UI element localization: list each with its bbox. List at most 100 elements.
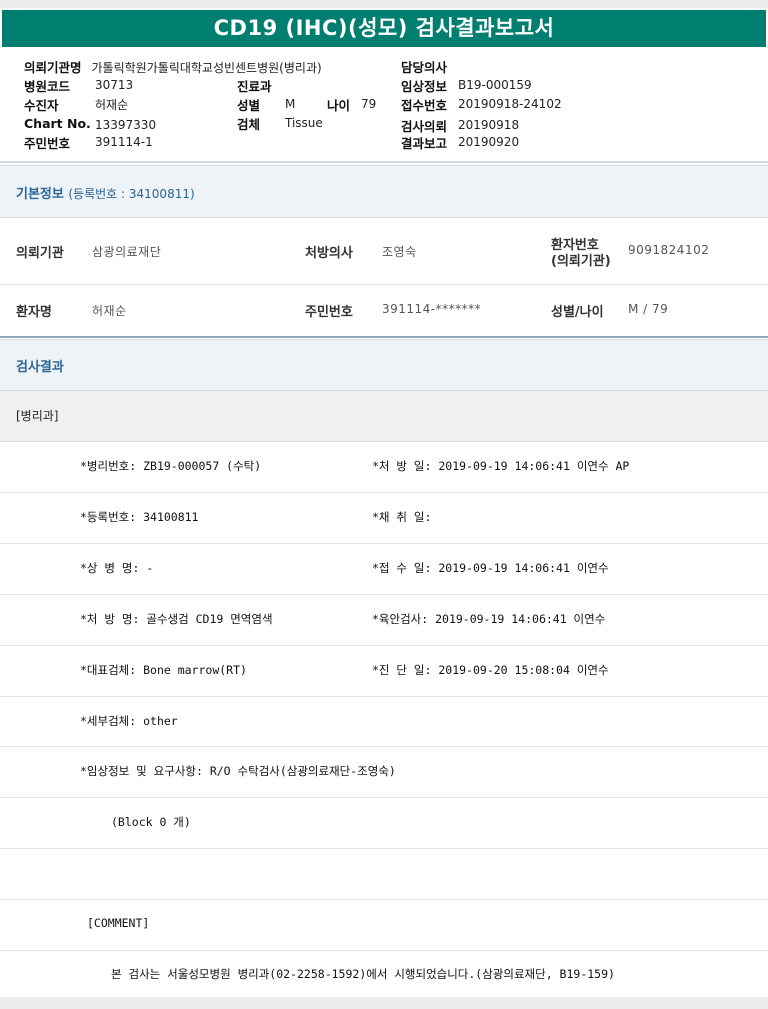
clinical-label: 임상정보 [401, 79, 448, 94]
doctor-label-wrap: 담당의사 [401, 57, 447, 76]
hospital-code-value: 30713 [95, 78, 134, 92]
patient-value-wrap: 허재순 [95, 96, 128, 113]
result-row: *세부검체: other [0, 697, 768, 747]
age-label: 나이 [327, 98, 351, 113]
specimen-label: 검체 [237, 117, 261, 132]
detail-specimen: *세부검체: other [80, 714, 178, 728]
resident-no-value: 391114-******* [382, 302, 482, 316]
dept-label-wrap: 진료과 [237, 76, 272, 95]
age-value-wrap: 79 [361, 96, 376, 111]
receipt-value: 20190918-24102 [458, 97, 562, 111]
chart-label: Chart No. [24, 116, 91, 131]
sex-age-value: M / 79 [628, 302, 669, 316]
collection-date: *채 취 일: [372, 510, 432, 524]
age-value: 79 [361, 97, 377, 111]
patient-label-wrap: 수진자 [24, 95, 59, 114]
clinical-value: B19-000159 [458, 78, 532, 92]
top-strip [0, 0, 768, 8]
lab-note: 본 검사는 서울성모병원 병리과(02-2258-1592)에서 시행되었습니다… [111, 967, 615, 981]
report-label: 결과보고 [401, 136, 448, 151]
report-label-wrap: 결과보고 [401, 133, 447, 152]
basic-info-header: 기본정보 (등록번호 : 34100811) [0, 165, 768, 218]
prescriber-label: 처방의사 [305, 246, 353, 261]
gross-exam-date: *육안검사: 2019-09-19 14:06:41 이연수 [372, 612, 606, 626]
patient-no-sublabel: (의뢰기관) [551, 254, 611, 269]
request-value: 20190918 [458, 118, 520, 132]
representative-specimen: *대표검체: Bone marrow(RT) [80, 663, 247, 677]
resident-no-label: 주민번호 [305, 305, 353, 320]
result-row: 본 검사는 서울성모병원 병리과(02-2258-1592)에서 시행되었습니다… [0, 951, 768, 997]
resident-value-wrap: 391114-1 [95, 134, 153, 149]
result-row-empty [0, 849, 768, 900]
patient-label: 수진자 [24, 98, 59, 113]
chart-value: 13397330 [95, 118, 157, 132]
report-value-wrap: 20190920 [458, 134, 519, 149]
comment-label: [COMMENT] [87, 916, 150, 930]
requesting-org-value: 가톨릭학원가톨릭대학교성빈센트병원(병리과) [91, 61, 322, 75]
block-count: (Block 0 개) [111, 815, 191, 829]
clinical-value-wrap: B19-000159 [458, 77, 532, 92]
sex-value: M [285, 97, 296, 111]
patient-value: 허재순 [95, 98, 129, 112]
basic-info-title: 기본정보 (등록번호 : 34100811) [16, 183, 195, 202]
result-row: (Block 0 개) [0, 798, 768, 849]
result-row: *대표검체: Bone marrow(RT) *진 단 일: 2019-09-2… [0, 646, 768, 697]
request-label: 검사의뢰 [401, 119, 448, 134]
receipt-date: *접 수 일: 2019-09-19 14:06:41 이연수 [372, 561, 609, 575]
result-row: [COMMENT] [0, 900, 768, 951]
bottom-strip [0, 997, 768, 1009]
hospital-code-wrap: 30713 [95, 77, 133, 92]
basic-info-row-2: 환자명 허재순 주민번호 391114-******* 성별/나이 M / 79 [0, 285, 768, 338]
result-row: *처 방 명: 골수생검 CD19 면역염색 *육안검사: 2019-09-19… [0, 595, 768, 646]
registration-no: *등록번호: 34100811 [80, 510, 199, 524]
receipt-value-wrap: 20190918-24102 [458, 96, 562, 111]
patient-no-value: 9091824102 [628, 243, 710, 257]
receipt-label: 접수번호 [401, 98, 448, 113]
dept-label: 진료과 [237, 79, 272, 94]
prescription-date: *처 방 일: 2019-09-19 14:06:41 이연수 AP [372, 459, 630, 473]
pathology-dept-label: [병리과] [16, 409, 59, 423]
resident-label-wrap: 주민번호 [24, 133, 70, 152]
sex-age-label: 성별/나이 [551, 305, 604, 320]
header-divider [0, 161, 768, 163]
doctor-label: 담당의사 [401, 60, 448, 75]
chart-label-wrap: Chart No. [24, 116, 91, 131]
result-row: *상 병 명: - *접 수 일: 2019-09-19 14:06:41 이연… [0, 544, 768, 595]
clinical-label-wrap: 임상정보 [401, 76, 447, 95]
pathology-dept-header: [병리과] [0, 391, 768, 442]
clinical-info-request: *임상정보 및 요구사항: R/O 수탁검사(삼광의료재단-조영숙) [80, 764, 396, 778]
requesting-org-label: 의뢰기관명 [24, 60, 82, 75]
prescriber-value: 조영숙 [382, 245, 417, 259]
age-label-wrap: 나이 [327, 95, 350, 114]
chart-value-wrap: 13397330 [95, 117, 156, 132]
diagnosis-date: *진 단 일: 2019-09-20 15:08:04 이연수 [372, 663, 609, 677]
org-label: 의뢰기관 [16, 246, 64, 261]
registration-number: (등록번호 : 34100811) [68, 187, 195, 201]
specimen-value-wrap: Tissue [285, 115, 323, 130]
hospital-code-label: 병원코드 [24, 79, 71, 94]
prescription-name: *처 방 명: 골수생검 CD19 면역염색 [80, 612, 273, 626]
results-title: 검사결과 [16, 360, 64, 375]
basic-info-title-text: 기본정보 [16, 187, 64, 202]
name-value: 허재순 [92, 304, 127, 318]
sex-label-wrap: 성별 [237, 95, 260, 114]
sex-label: 성별 [237, 98, 261, 113]
org-value: 삼광의료재단 [92, 245, 162, 259]
pathology-number: *병리번호: ZB19-000057 (수탁) [80, 459, 262, 473]
result-row: *임상정보 및 요구사항: R/O 수탁검사(삼광의료재단-조영숙) [0, 747, 768, 798]
report-value: 20190920 [458, 135, 520, 149]
result-row: *병리번호: ZB19-000057 (수탁) *처 방 일: 2019-09-… [0, 442, 768, 493]
result-row: *등록번호: 34100811 *채 취 일: [0, 493, 768, 544]
basic-info-row-1: 의뢰기관 삼광의료재단 처방의사 조영숙 환자번호 (의뢰기관) 9091824… [0, 218, 768, 285]
hospital-code: 병원코드 [24, 76, 70, 95]
specimen-label-wrap: 검체 [237, 114, 260, 133]
report-title: CD19 (IHC)(성모) 검사결과보고서 [2, 10, 766, 47]
name-label: 환자명 [16, 305, 52, 320]
results-header: 검사결과 [0, 339, 768, 391]
specimen-value: Tissue [285, 116, 323, 130]
resident-label: 주민번호 [24, 136, 71, 151]
receipt-label-wrap: 접수번호 [401, 95, 447, 114]
requesting-org: 의뢰기관명 가톨릭학원가톨릭대학교성빈센트병원(병리과) [24, 57, 322, 76]
request-value-wrap: 20190918 [458, 117, 519, 132]
sex-value-wrap: M [285, 96, 295, 111]
